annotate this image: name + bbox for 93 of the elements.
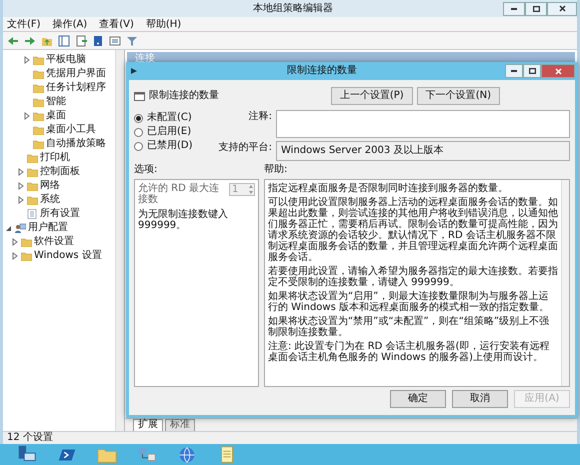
help-paragraph: 如果将状态设置为“禁用”或“未配置”，则在“组策略”级别上不强制限制连接数量。 bbox=[268, 316, 550, 338]
forward-icon[interactable] bbox=[24, 34, 36, 46]
tree-item[interactable]: 任务计划程序 bbox=[46, 83, 106, 93]
comment-field[interactable] bbox=[276, 110, 570, 138]
nav-setting-button[interactable]: 下一个设置(N) bbox=[416, 87, 500, 105]
user-computer-icon bbox=[15, 223, 26, 233]
max-connections-label: 允许的 RD 最大连接数 bbox=[138, 183, 220, 205]
folder-icon bbox=[27, 154, 38, 162]
tree-item[interactable]: 桌面 bbox=[46, 111, 66, 121]
menu-item[interactable]: 帮助(H) bbox=[146, 16, 182, 32]
folder-icon bbox=[33, 70, 44, 78]
folder-icon bbox=[27, 196, 38, 204]
minimize-icon bbox=[511, 8, 517, 10]
menu-item[interactable]: 文件(F) bbox=[7, 16, 41, 32]
expand-arrow-icon[interactable] bbox=[17, 196, 25, 204]
policy-setting-icon bbox=[134, 91, 145, 101]
view-tab[interactable]: 扩展 bbox=[133, 419, 163, 431]
tree-item[interactable]: 凭据用户界面 bbox=[46, 69, 106, 79]
close-icon bbox=[558, 5, 566, 12]
tree-item[interactable]: 用户配置 bbox=[28, 223, 68, 233]
folder-icon bbox=[33, 84, 44, 92]
minimize-button[interactable] bbox=[505, 64, 523, 78]
expand-arrow-icon[interactable] bbox=[17, 182, 25, 190]
tree-item[interactable]: 软件设置 bbox=[34, 237, 74, 247]
dialog-button[interactable]: 确定 bbox=[390, 390, 446, 408]
pane-header: 连接 bbox=[135, 54, 155, 64]
status-text: 12 个设置 bbox=[7, 433, 53, 443]
tree-item[interactable]: Windows 设置 bbox=[34, 251, 102, 261]
filter-icon[interactable] bbox=[126, 34, 138, 46]
minimize-icon bbox=[511, 70, 517, 72]
folder-icon bbox=[27, 182, 38, 190]
settings-list-icon bbox=[27, 209, 38, 219]
help-label: 帮助: bbox=[264, 165, 288, 175]
platform-text: Windows Server 2003 及以上版本 bbox=[281, 146, 444, 156]
folder-icon bbox=[27, 168, 38, 176]
options-note: 为无限制连接数键入 999999。 bbox=[138, 209, 229, 231]
close-button[interactable] bbox=[547, 2, 577, 16]
expand-arrow-icon[interactable] bbox=[17, 168, 25, 176]
folder-icon bbox=[21, 238, 32, 246]
help-paragraph: 可以使用此设置限制服务器上活动的远程桌面服务会话的数量。如果超出此数量，则尝试连接的其他用户将收到错误消息，以通知他们服务器正忙，需要稍后再试。限制会话的数量可提高性能，因为请求系统资源的会话较少。默认情况下，RD 会话主机服务器不限制远程桌面服务会话的数量，并且管理远程桌面允许两个远程桌面服务会话。 bbox=[268, 197, 558, 263]
folder-icon bbox=[21, 252, 32, 260]
help-paragraph: 指定远程桌面服务是否限制同时连接到服务器的数量。 bbox=[268, 183, 509, 194]
radio-button[interactable] bbox=[134, 142, 143, 150]
maximize-icon bbox=[532, 6, 540, 12]
tree-item[interactable]: 平板电脑 bbox=[46, 55, 86, 65]
expand-arrow-icon[interactable] bbox=[11, 238, 19, 246]
view-tab[interactable]: 标准 bbox=[165, 419, 195, 431]
platform-label: 支持的平台: bbox=[218, 141, 272, 155]
tree-item[interactable]: 所有设置 bbox=[40, 209, 80, 219]
nav-setting-button[interactable]: 上一个设置(P) bbox=[330, 87, 413, 105]
tree-item[interactable]: 智能 bbox=[46, 97, 66, 107]
folder-icon bbox=[33, 126, 44, 134]
tree-item[interactable]: 自动播放策略 bbox=[46, 139, 106, 149]
scrollbar[interactable] bbox=[561, 180, 569, 386]
export-list-icon[interactable] bbox=[75, 34, 87, 46]
dialog-button[interactable]: 取消 bbox=[452, 390, 508, 408]
menu-item[interactable]: 查看(V) bbox=[99, 16, 134, 32]
expand-arrow-icon[interactable] bbox=[23, 56, 31, 64]
expand-arrow-icon[interactable] bbox=[23, 112, 31, 120]
window-title: 本地组策略编辑器 bbox=[253, 2, 333, 16]
comment-label: 注释: bbox=[248, 110, 272, 124]
radio-label[interactable]: 未配置(C) bbox=[147, 113, 192, 123]
properties-icon[interactable] bbox=[109, 34, 121, 46]
setting-heading: 限制连接的数量 bbox=[149, 91, 219, 101]
expand-arrow-icon[interactable] bbox=[11, 252, 19, 260]
tree-item[interactable]: 网络 bbox=[40, 181, 60, 191]
tree-item[interactable]: 系统 bbox=[40, 195, 60, 205]
back-icon[interactable] bbox=[7, 34, 19, 46]
tree-item[interactable]: 打印机 bbox=[40, 153, 70, 163]
help-paragraph: 如果将状态设置为“启用”，则最大连接数量限制为与服务器上运行的 Windows 版本和远程桌面服务的模式相一致的指定数量。 bbox=[268, 291, 550, 313]
folder-icon bbox=[33, 140, 44, 148]
tree-item[interactable]: 桌面小工具 bbox=[46, 125, 96, 135]
collapse-arrow-icon[interactable] bbox=[5, 224, 13, 232]
scrollbar[interactable] bbox=[115, 50, 124, 431]
close-icon bbox=[554, 68, 562, 74]
radio-label[interactable]: 已禁用(D) bbox=[147, 141, 193, 151]
folder-icon bbox=[33, 56, 44, 64]
tree-view-icon[interactable] bbox=[58, 34, 70, 46]
tree-item[interactable]: 控制面板 bbox=[40, 167, 80, 177]
maximize-button[interactable] bbox=[523, 64, 541, 78]
radio-button[interactable] bbox=[134, 128, 143, 136]
help-paragraph: 注意: 此设置专门为在 RD 会话主机服务器(即，运行安装有远程桌面会话主机角色服务的 Windows 的服务器)上使用而设计。 bbox=[268, 341, 550, 363]
folder-icon bbox=[33, 98, 44, 106]
maximize-icon bbox=[528, 68, 536, 74]
options-label: 选项: bbox=[134, 165, 158, 175]
menu-item[interactable]: 操作(A) bbox=[52, 16, 88, 32]
radio-label[interactable]: 已启用(E) bbox=[147, 127, 192, 137]
help-paragraph: 若要使用此设置，请输入希望为服务器指定的最大连接数。若要指定不受限制的连接数量，请键入 999999。 bbox=[268, 266, 558, 288]
maximize-button[interactable] bbox=[525, 2, 547, 16]
minimize-button[interactable] bbox=[503, 2, 525, 16]
folder-icon bbox=[33, 112, 44, 120]
dialog-title: 限制连接的数量 bbox=[287, 66, 357, 76]
radio-button[interactable] bbox=[134, 114, 143, 122]
